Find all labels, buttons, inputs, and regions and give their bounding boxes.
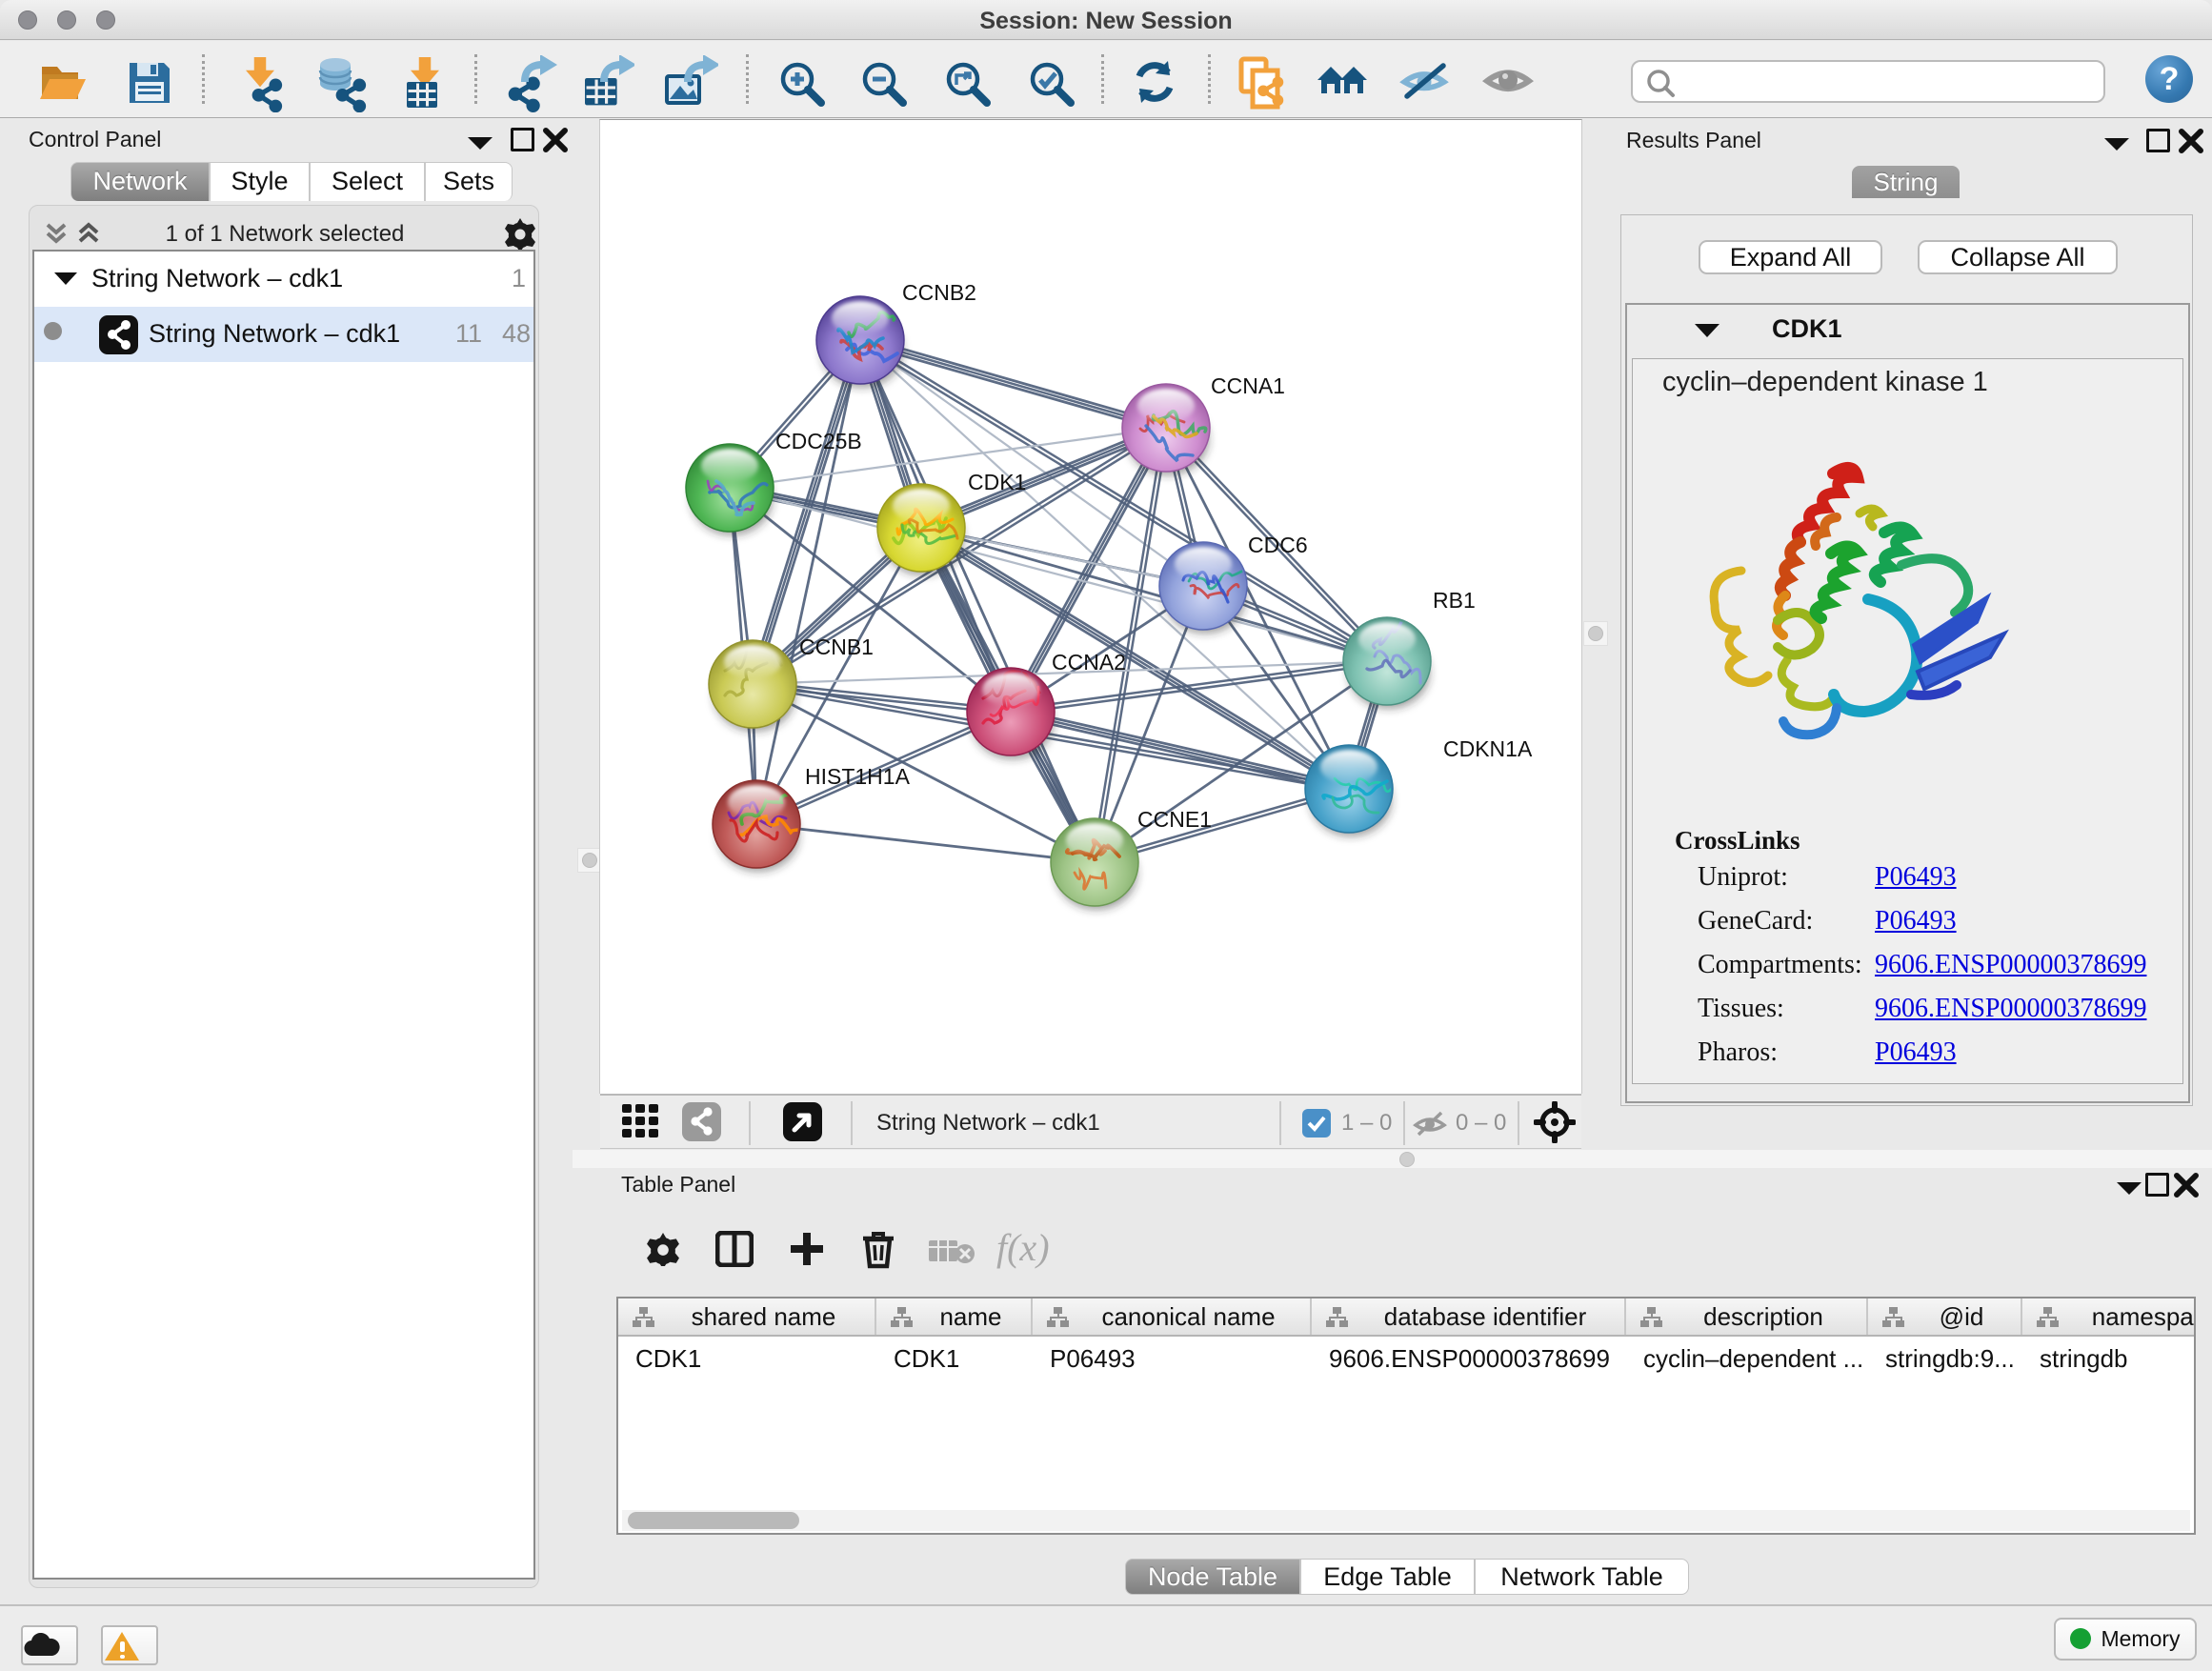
svg-text:CCNB1: CCNB1 xyxy=(799,634,874,659)
svg-text:CCNB2: CCNB2 xyxy=(902,280,976,305)
svg-text:CDC6: CDC6 xyxy=(1248,533,1308,557)
svg-text:CDC25B: CDC25B xyxy=(775,429,862,453)
svg-text:RB1: RB1 xyxy=(1433,588,1476,613)
svg-text:CCNA2: CCNA2 xyxy=(1052,650,1126,674)
svg-text:HIST1H1A: HIST1H1A xyxy=(805,764,911,789)
svg-text:CDK1: CDK1 xyxy=(968,470,1026,494)
svg-text:CCNE1: CCNE1 xyxy=(1137,807,1212,832)
svg-text:CDKN1A: CDKN1A xyxy=(1443,736,1533,761)
svg-text:CCNA1: CCNA1 xyxy=(1211,373,1285,398)
